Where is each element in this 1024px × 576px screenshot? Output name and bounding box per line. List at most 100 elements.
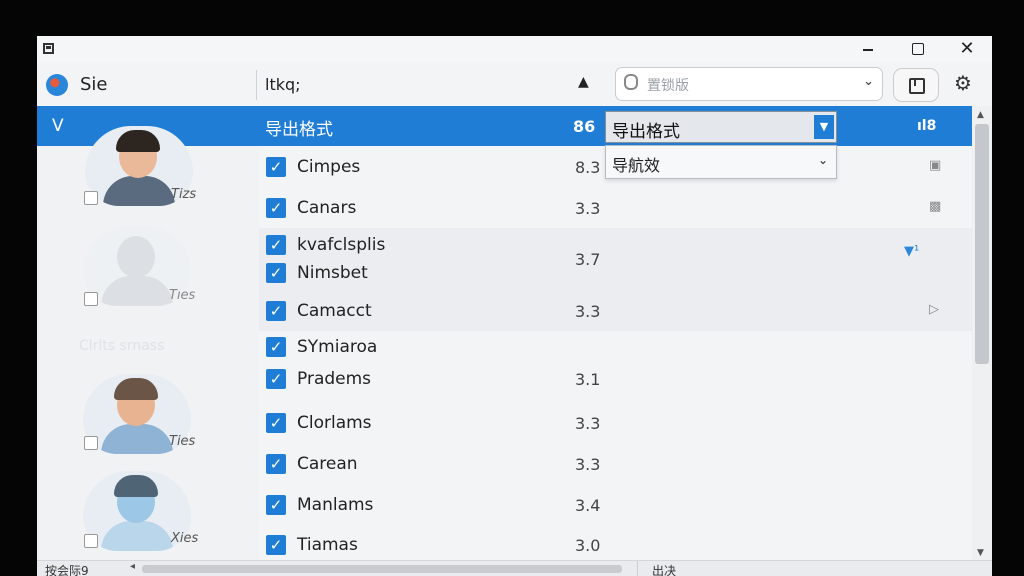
row-action-icon[interactable]: ▩ (929, 199, 941, 214)
toolbar-label: ltkq; (265, 75, 301, 94)
row-name: Nimsbet (297, 263, 368, 283)
header-title[interactable]: 导出格式 (265, 115, 333, 140)
row-value: 3.7 (575, 250, 601, 269)
row-value: 3.3 (575, 199, 601, 218)
status-right: 出决 (652, 564, 677, 576)
row-action-icon[interactable]: ▣ (929, 158, 941, 173)
row-name: Carean (297, 454, 358, 474)
row-action-icon[interactable]: ▷ (929, 302, 939, 317)
avatar-hair (114, 378, 158, 400)
pin-icon[interactable]: ▲ (578, 74, 589, 90)
row-checkbox[interactable]: ✓ (266, 535, 286, 555)
row-name: Canars (297, 198, 357, 218)
table-row[interactable]: ✓ Tiamas 3.0 (259, 525, 972, 560)
row-checkbox[interactable]: ✓ (266, 263, 286, 283)
avatar-checkbox[interactable] (84, 191, 98, 205)
search-icon (624, 74, 638, 90)
format-select[interactable]: 导出格式 ▼ (605, 111, 837, 143)
row-checkbox[interactable]: ✓ (266, 301, 286, 321)
row-checkbox[interactable]: ✓ (266, 337, 286, 357)
avatar-checkbox[interactable] (84, 292, 98, 306)
row-checkbox[interactable]: ✓ (266, 157, 286, 177)
avatar-head (117, 236, 155, 278)
export-button[interactable] (893, 68, 939, 102)
format-select-value: 导出格式 (612, 122, 680, 142)
row-value: 3.3 (575, 302, 601, 321)
row-name: Pradems (297, 369, 372, 389)
status-left: 按会际9 (45, 564, 89, 576)
vertical-scrollbar[interactable]: ▲ ▼ (972, 106, 992, 560)
row-action-icon[interactable]: ▼¹ (904, 244, 919, 259)
row-name: Tiamas (297, 535, 358, 555)
minimize-button[interactable] (854, 38, 884, 60)
search-placeholder: 置锁版 (647, 78, 689, 94)
search-input[interactable]: 置锁版 ⌄ (615, 67, 883, 101)
avatar-column: Tizs Tıes Clrlts srnass Ties Xies (37, 126, 259, 560)
row-checkbox[interactable]: ✓ (266, 198, 286, 218)
avatar-body (101, 521, 173, 551)
avatar-checkbox[interactable] (84, 534, 98, 548)
avatar-hair (116, 130, 160, 152)
scroll-down-icon[interactable]: ▼ (977, 548, 984, 558)
toolbar: Sie ltkq; ▲ 置锁版 ⌄ ⚙ (37, 62, 992, 106)
format-option-label: 导航效 (612, 156, 661, 175)
app-window: ✕ Sie ltkq; ▲ 置锁版 ⌄ ⚙ V 导出格式 86 ıl8 Tizs (37, 36, 992, 576)
row-checkbox[interactable]: ✓ (266, 235, 286, 255)
table-row[interactable]: ✓ Carean 3.3 (259, 443, 972, 485)
toolbar-divider (256, 70, 257, 100)
row-value: 3.3 (575, 414, 601, 433)
app-name: Sie (80, 74, 108, 95)
row-checkbox[interactable]: ✓ (266, 369, 286, 389)
row-value: 8.3 (575, 158, 601, 177)
avatar-body (101, 276, 173, 306)
avatar-tag: Xies (171, 531, 199, 546)
ghost-label: Clrlts srnass (79, 338, 165, 354)
row-value: 3.3 (575, 455, 601, 474)
horizontal-scrollbar[interactable] (142, 565, 622, 573)
chevron-down-icon[interactable]: ⌄ (818, 153, 828, 167)
table-row[interactable]: ✓ Pradems 3.1 (259, 363, 972, 403)
row-checkbox[interactable]: ✓ (266, 495, 286, 515)
table-row[interactable]: ✓ Manlams 3.4 (259, 484, 972, 526)
avatar-tag: Ties (169, 434, 196, 449)
avatar-tag: Tıes (169, 288, 196, 303)
maximize-button[interactable] (902, 38, 932, 60)
scroll-thumb[interactable] (975, 124, 989, 364)
avatar-tag: Tizs (171, 187, 197, 202)
scroll-left-icon[interactable]: ◂ (130, 561, 135, 572)
close-button[interactable]: ✕ (952, 38, 982, 60)
header-v[interactable]: V (52, 116, 64, 136)
table-row[interactable]: ✓ kvafclsplis ✓ Nimsbet 3.7 ▼¹ (259, 228, 972, 291)
row-name: Camacct (297, 301, 372, 321)
status-divider (637, 561, 638, 576)
row-name: Cimpes (297, 157, 361, 177)
row-checkbox[interactable]: ✓ (266, 454, 286, 474)
table-row[interactable]: ✓ Canars 3.3 ▩ (259, 187, 972, 229)
window-menu-icon[interactable] (43, 43, 54, 54)
avatar-checkbox[interactable] (84, 436, 98, 450)
chevron-down-icon[interactable]: ⌄ (863, 74, 874, 89)
format-select-option[interactable]: 导航效 ⌄ (605, 145, 837, 179)
table-row[interactable]: ✓ SYmiaroa (259, 331, 972, 364)
row-value: 3.1 (575, 370, 601, 389)
table-row[interactable]: ✓ Clorlams 3.3 (259, 402, 972, 444)
row-checkbox[interactable]: ✓ (266, 413, 286, 433)
status-bar: 按会际9 ◂ 出决 (37, 560, 992, 576)
title-bar: ✕ (37, 36, 992, 62)
row-name: Manlams (297, 495, 374, 515)
row-name: kvafclsplis (297, 235, 386, 255)
row-value: 3.4 (575, 496, 601, 515)
scroll-up-icon[interactable]: ▲ (977, 110, 984, 120)
table-body: ✓ Cimpes 8.3 ▣ ✓ Canars 3.3 ▩ ✓ kvafclsp… (259, 146, 972, 560)
avatar-body (103, 176, 175, 206)
header-right-icon[interactable]: ıl8 (917, 118, 936, 134)
dropdown-arrow-icon[interactable]: ▼ (814, 115, 834, 139)
row-name: SYmiaroa (297, 337, 378, 357)
app-logo-icon (46, 74, 68, 96)
avatar-hair (114, 475, 158, 497)
row-value: 3.0 (575, 536, 601, 555)
gear-icon[interactable]: ⚙ (954, 71, 972, 95)
row-name: Clorlams (297, 413, 372, 433)
header-value[interactable]: 86 (573, 117, 595, 136)
table-row[interactable]: ✓ Camacct 3.3 ▷ (259, 290, 972, 332)
